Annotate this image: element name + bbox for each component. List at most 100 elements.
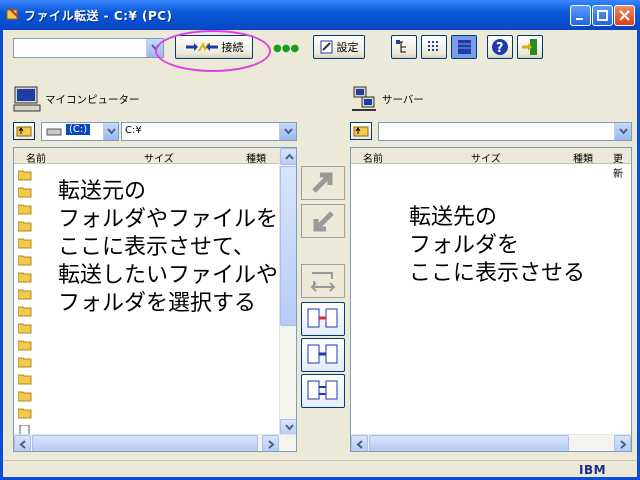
- folder-icon[interactable]: [18, 408, 32, 419]
- chevron-right-icon: [620, 440, 627, 449]
- chevron-down-icon: [151, 44, 160, 51]
- upload-button[interactable]: [301, 166, 345, 200]
- scroll-left-button[interactable]: [14, 435, 31, 451]
- maximize-button[interactable]: [592, 5, 613, 26]
- host-combo[interactable]: [13, 38, 164, 58]
- details-view-icon: [458, 40, 471, 54]
- remote-path-row: [350, 122, 632, 141]
- maximize-icon: [597, 10, 608, 21]
- local-path-dropdown-button[interactable]: [279, 123, 296, 140]
- download-button[interactable]: [301, 204, 345, 238]
- column-name[interactable]: 名前: [26, 150, 46, 165]
- column-modified[interactable]: 更新: [613, 150, 631, 180]
- list-view-icon: [428, 41, 440, 51]
- copy-to-server-button[interactable]: [301, 302, 345, 336]
- computer-icon: [13, 86, 41, 112]
- remote-path-dropdown-button[interactable]: [614, 123, 631, 140]
- arrow-down-left-icon: [313, 211, 334, 232]
- folder-icon[interactable]: [18, 357, 32, 368]
- local-file-list[interactable]: 名前 サイズ 種類 転送元の フォルダやファイルを ここに表示させて、 転送した…: [13, 147, 297, 452]
- remote-path-combo[interactable]: [378, 122, 632, 141]
- status-bar: IBM: [3, 460, 637, 477]
- connect-icon: [185, 41, 218, 52]
- remote-instruction: 転送先の フォルダを ここに表示させる: [409, 204, 585, 288]
- settings-button[interactable]: 設定: [313, 35, 365, 59]
- instruction-line: 転送元の: [58, 179, 147, 204]
- folder-icon[interactable]: [18, 323, 32, 334]
- chevron-down-icon: [107, 128, 116, 135]
- minimize-icon: [576, 18, 583, 20]
- tree-view-button[interactable]: [391, 35, 417, 59]
- remote-panel: サーバー 名前 サイズ 種類 更新 転送先の フォルダを ここに表示させる: [350, 67, 632, 462]
- instruction-line: フォルダを: [409, 233, 520, 258]
- transfer-buttons: [301, 160, 347, 408]
- remote-up-folder-button[interactable]: [350, 122, 372, 140]
- folder-icon[interactable]: [18, 272, 32, 283]
- close-button[interactable]: [614, 5, 635, 26]
- folder-icon[interactable]: [18, 374, 32, 385]
- scroll-thumb[interactable]: [369, 435, 569, 451]
- remote-list-header: 名前 サイズ 種類 更新: [351, 148, 631, 180]
- folder-icon[interactable]: [18, 238, 32, 249]
- exit-button[interactable]: [517, 35, 543, 59]
- scroll-up-button[interactable]: [280, 148, 296, 165]
- local-panel: マイコンピューター (C:) C:¥ 名前 サイズ 種類 転送元の フォルダやフ…: [13, 67, 297, 462]
- copy-from-server-button[interactable]: [301, 338, 345, 372]
- shortcut-file-icon[interactable]: [18, 451, 32, 452]
- folder-icon[interactable]: [18, 340, 32, 351]
- file-transfer-icon: [6, 8, 19, 20]
- settings-label: 設定: [336, 41, 359, 54]
- folder-icon[interactable]: [18, 306, 32, 317]
- details-view-button[interactable]: [451, 35, 477, 59]
- local-list-header: 名前 サイズ 種類: [14, 148, 296, 165]
- instruction-line: フォルダやファイルを: [58, 207, 279, 232]
- scroll-thumb[interactable]: [280, 166, 296, 326]
- sync-button[interactable]: [301, 264, 345, 298]
- minimize-button[interactable]: [570, 5, 591, 26]
- local-path-combo[interactable]: C:¥: [121, 122, 297, 141]
- drive-label: (C:): [66, 124, 91, 135]
- folder-icon[interactable]: [18, 221, 32, 232]
- app-window: ファイル転送 - C:¥ (PC) 接続 ●●● 設定 ? マイコンピューター …: [0, 0, 640, 480]
- column-type[interactable]: 種類: [573, 150, 593, 165]
- drive-icon: [46, 128, 62, 136]
- remote-horizontal-scrollbar[interactable]: [351, 434, 631, 451]
- folder-icon[interactable]: [18, 170, 32, 181]
- scroll-right-button[interactable]: [262, 435, 279, 451]
- window-title: ファイル転送 - C:¥ (PC): [24, 9, 173, 23]
- column-name[interactable]: 名前: [363, 150, 383, 165]
- up-folder-icon: [353, 126, 369, 137]
- folder-icon[interactable]: [18, 255, 32, 266]
- compare-button[interactable]: [301, 374, 345, 408]
- remote-panel-header: サーバー: [350, 81, 424, 117]
- host-dropdown-button[interactable]: [146, 39, 163, 57]
- remote-file-list[interactable]: 名前 サイズ 種類 更新 転送先の フォルダを ここに表示させる: [350, 147, 632, 452]
- scroll-left-button[interactable]: [351, 435, 368, 451]
- drive-dropdown-button[interactable]: [103, 123, 118, 140]
- column-size[interactable]: サイズ: [144, 150, 174, 165]
- scroll-thumb[interactable]: [32, 435, 258, 451]
- arrow-up-right-icon: [312, 172, 333, 193]
- help-button[interactable]: ?: [487, 35, 513, 59]
- local-up-folder-button[interactable]: [13, 122, 35, 140]
- copy-left-icon: [307, 344, 338, 364]
- column-size[interactable]: サイズ: [471, 150, 501, 165]
- chevron-up-icon: [285, 153, 294, 160]
- folder-icon[interactable]: [18, 289, 32, 300]
- list-view-button[interactable]: [421, 35, 447, 59]
- column-type[interactable]: 種類: [246, 150, 266, 165]
- remote-title: サーバー: [382, 93, 424, 106]
- title-bar[interactable]: ファイル転送 - C:¥ (PC): [0, 0, 640, 30]
- folder-icon[interactable]: [18, 204, 32, 215]
- local-vertical-scrollbar[interactable]: [279, 148, 296, 436]
- up-folder-icon: [16, 126, 32, 137]
- chevron-down-icon: [285, 424, 294, 431]
- svg-text:?: ?: [496, 41, 504, 56]
- folder-icon[interactable]: [18, 391, 32, 402]
- local-horizontal-scrollbar[interactable]: [14, 434, 296, 451]
- scroll-right-button[interactable]: [614, 435, 631, 451]
- instruction-line: 転送先の: [409, 205, 498, 230]
- folder-icon[interactable]: [18, 187, 32, 198]
- connect-button[interactable]: 接続: [175, 35, 253, 59]
- drive-select[interactable]: (C:): [41, 122, 119, 141]
